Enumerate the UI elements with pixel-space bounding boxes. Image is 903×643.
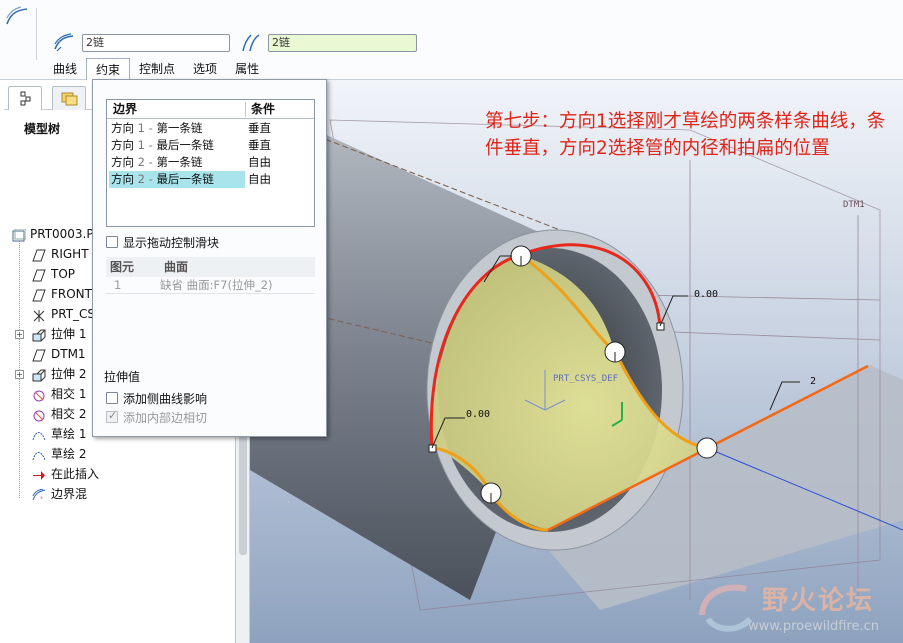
scrollbar-thumb[interactable] — [239, 435, 247, 555]
model-tree-tab[interactable] — [8, 86, 42, 110]
surface-column-header: 曲面 — [164, 260, 189, 274]
boundary-row[interactable]: 方向 2 - 第一条链 自由 — [107, 154, 314, 171]
model-tree-icon — [20, 91, 31, 106]
tree-item-label: 拉伸 2 — [51, 367, 87, 381]
tree-item-label: 草绘 2 — [51, 447, 87, 461]
sketch-icon — [32, 448, 46, 461]
svg-text:*: * — [40, 495, 44, 502]
element-surface-table: 图元 曲面 1 缺省 曲面:F7(拉伸_2) — [106, 257, 315, 365]
condition-cell[interactable]: 自由 — [248, 154, 271, 171]
tab-properties[interactable]: 属性 — [226, 58, 268, 80]
tree-item-label: 相交 2 — [51, 407, 87, 421]
tree-item-label: 拉伸 1 — [51, 327, 87, 341]
intersect-icon — [32, 388, 46, 402]
tree-item-label: PRT0003.P — [30, 227, 94, 241]
boundary-condition-table: 边界 条件 方向 1 - 第一条链 垂直 方向 1 - 最后一条链 垂直 方向 2 - … — [106, 99, 315, 227]
first-direction-chain-field[interactable]: 2链 — [82, 34, 230, 52]
model-scene — [250, 80, 903, 643]
extrude-icon — [32, 368, 46, 382]
extrude-icon — [32, 328, 46, 342]
dashboard-tabs: 曲线 约束 控制点 选项 属性 — [44, 58, 268, 81]
dashboard-separator — [36, 8, 37, 60]
dimension-top-label: 0.00 — [694, 289, 719, 300]
element-column-header: 图元 — [110, 260, 135, 274]
boundary-chain-cell: 方向 1 - 第一条链 — [111, 121, 203, 135]
element-row[interactable]: 1 缺省 曲面:F7(拉伸_2) — [106, 277, 315, 294]
datum-plane-icon — [32, 288, 46, 302]
condition-cell[interactable]: 垂直 — [248, 120, 271, 137]
tab-control-points[interactable]: 控制点 — [130, 58, 184, 80]
tree-item-label: FRONT — [51, 287, 92, 301]
show-drag-slider-checkbox[interactable] — [106, 236, 118, 248]
condition-column-header: 条件 — [251, 102, 276, 116]
tree-connector — [19, 238, 20, 498]
tab-curves[interactable]: 曲线 — [44, 58, 86, 80]
first-direction-icon[interactable] — [53, 33, 75, 53]
part-icon — [12, 228, 27, 242]
element-surface-value: 缺省 曲面:F7(拉伸_2) — [160, 278, 273, 292]
add-side-curve-label: 添加侧曲线影响 — [123, 392, 208, 406]
tab-options[interactable]: 选项 — [184, 58, 226, 80]
dimension-left-label: 0.00 — [466, 409, 491, 420]
tree-item-label: 草绘 1 — [51, 427, 87, 441]
boundary-row[interactable]: 方向 2 - 最后一条链 自由 — [107, 171, 314, 188]
add-side-curve-checkbox[interactable] — [106, 392, 118, 404]
step-instruction-note: 第七步：方向1选择刚才草绘的两条样条曲线，条件垂直，方向2选择管的内径和拍扁的位… — [485, 111, 886, 159]
tree-item-label: 边界混 — [51, 487, 88, 501]
tree-item-label: DTM1 — [51, 347, 86, 361]
model-tree-title: 模型树 — [24, 122, 61, 136]
datum-plane-icon — [32, 268, 46, 282]
boundary-chain-cell: 方向 2 - 第一条链 — [111, 155, 203, 169]
dashboard: 2链 2链 曲线 约束 控制点 选项 属性 — [0, 0, 903, 81]
intersect-icon — [32, 408, 46, 422]
condition-cell[interactable]: 自由 — [248, 171, 271, 188]
boundary-chain-cell: 方向 1 - 最后一条链 — [111, 138, 214, 152]
datum-plane-icon — [32, 348, 46, 362]
show-drag-slider-label: 显示拖动控制滑块 — [123, 236, 220, 250]
tree-item-label: TOP — [51, 267, 76, 281]
boundary-blend-icon: * — [32, 488, 46, 503]
watermark-title: 野火论坛 — [762, 586, 875, 616]
add-inner-tangent-checkbox — [106, 409, 118, 423]
sketch-icon — [32, 428, 46, 441]
boundary-column-header: 边界 — [113, 102, 138, 116]
add-inner-tangent-label: 添加内部边相切 — [123, 411, 208, 425]
second-direction-chain-field[interactable]: 2链 — [268, 34, 417, 52]
graphics-viewport[interactable]: DTM1 0.00 0.00 2 PRT_CSYS_DEF — [250, 80, 903, 643]
csys-label: PRT_CSYS_DEF — [553, 374, 619, 384]
watermark-url: www.proewildfire.cn — [748, 619, 879, 634]
element-index: 1 — [114, 278, 122, 292]
boundary-blend-feature-icon — [6, 6, 28, 25]
element-table-header: 图元 曲面 — [106, 257, 315, 277]
tree-expander[interactable]: + — [15, 370, 24, 379]
dtm1-label: DTM1 — [843, 200, 865, 210]
folder-browser-tab[interactable] — [52, 86, 86, 110]
stretch-value-label: 拉伸值 — [104, 370, 141, 384]
insert-here-arrow-icon — [32, 468, 46, 481]
tree-item-label: RIGHT — [51, 247, 89, 261]
tree-item-label: PRT_CS — [51, 307, 96, 321]
dimension-two-label: 2 — [810, 376, 817, 387]
boundary-chain-cell: 方向 2 - 最后一条链 — [109, 171, 245, 188]
constraints-panel: 边界 条件 方向 1 - 第一条链 垂直 方向 1 - 最后一条链 垂直 方向 2 - … — [92, 79, 327, 437]
tree-item-label: 在此插入 — [51, 467, 100, 481]
table-header: 边界 条件 — [107, 100, 314, 119]
datum-plane-icon — [32, 248, 46, 262]
tab-constraints[interactable]: 约束 — [86, 58, 131, 81]
boundary-row[interactable]: 方向 1 - 第一条链 垂直 — [107, 120, 314, 137]
coordinate-system-icon — [32, 308, 46, 322]
tree-item-label: 相交 1 — [51, 387, 87, 401]
tree-expander[interactable]: + — [15, 330, 24, 339]
second-direction-icon[interactable] — [240, 33, 262, 53]
folder-icon — [61, 92, 78, 106]
condition-cell[interactable]: 垂直 — [248, 137, 271, 154]
boundary-row[interactable]: 方向 1 - 最后一条链 垂直 — [107, 137, 314, 154]
